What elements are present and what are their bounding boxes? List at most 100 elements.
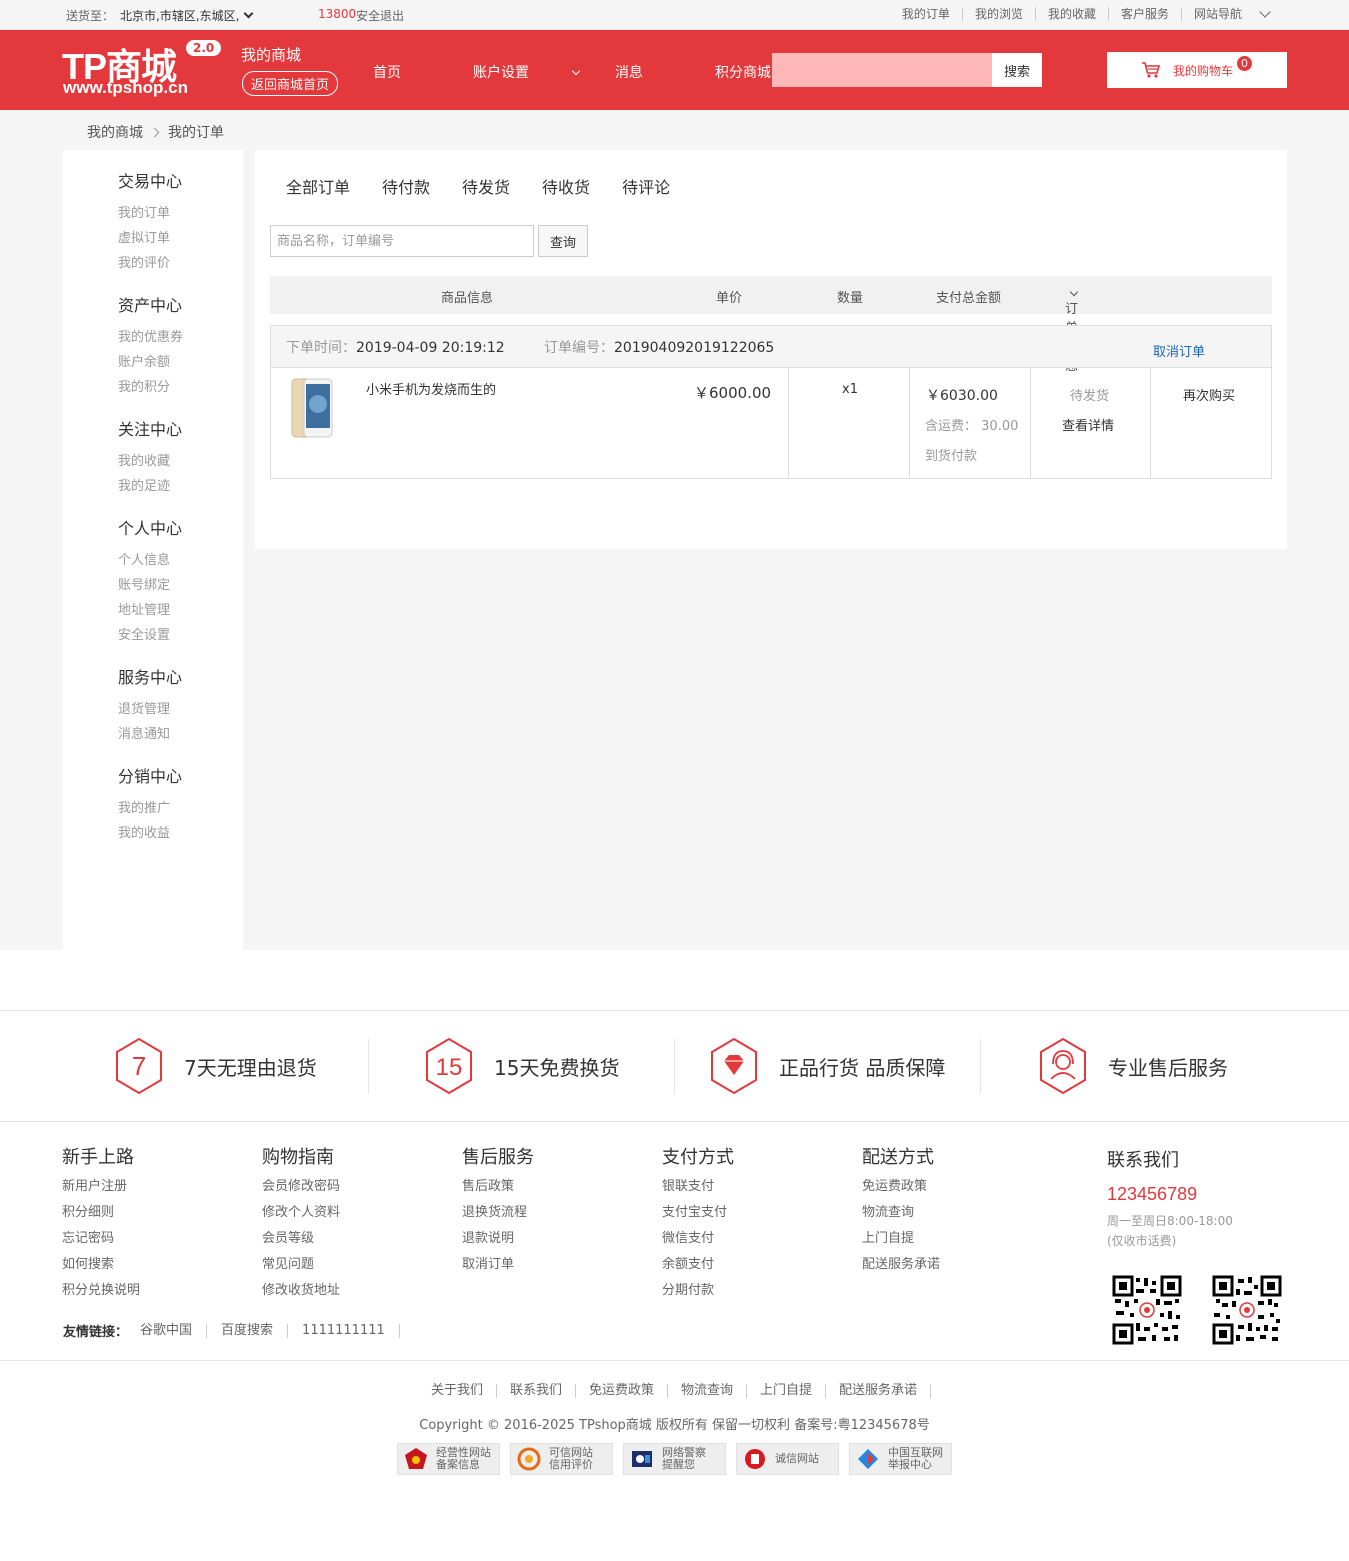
sidebar-item-returns[interactable]: 退货管理 (118, 697, 182, 722)
query-button[interactable]: 查询 (538, 225, 588, 257)
bottom-link[interactable]: 关于我们 (418, 1384, 497, 1398)
nav-messages[interactable]: 消息 (615, 62, 679, 82)
sidebar-group-title: 交易中心 (118, 172, 183, 191)
top-links: 我的订单 我的浏览 我的收藏 客户服务 网站导航 (890, 7, 1254, 21)
badge-trusted-site[interactable]: 可信网站 信用评价 (510, 1443, 613, 1475)
footer-link[interactable]: 修改收货地址 (262, 1278, 340, 1304)
search-button[interactable]: 搜索 (992, 53, 1042, 87)
sidebar-item-my-reviews[interactable]: 我的评价 (118, 251, 182, 276)
footer-link[interactable]: 修改个人资料 (262, 1200, 340, 1226)
footer-link[interactable]: 分期付款 (662, 1278, 734, 1304)
sidebar-item-balance[interactable]: 账户余额 (118, 350, 183, 375)
order-total: ￥6030.00 (926, 388, 998, 404)
deliver-label: 送货至： (66, 9, 115, 23)
top-link-site-nav[interactable]: 网站导航 (1180, 7, 1254, 21)
sidebar-item-profile[interactable]: 个人信息 (118, 548, 182, 573)
footer-link[interactable]: 会员修改密码 (262, 1174, 340, 1200)
top-link-my-favorites[interactable]: 我的收藏 (1034, 7, 1108, 21)
breadcrumb-my-mall[interactable]: 我的商城 (87, 122, 143, 142)
chevron-down-icon[interactable] (1259, 6, 1271, 18)
top-link-my-orders[interactable]: 我的订单 (890, 7, 962, 21)
footer-link[interactable]: 退款说明 (462, 1226, 534, 1252)
tab-pending-payment[interactable]: 待付款 (382, 174, 430, 198)
order-status: 待发货 (1070, 389, 1110, 404)
footer-link[interactable]: 新用户注册 (62, 1174, 140, 1200)
trusted-site-icon (517, 1447, 541, 1471)
sidebar-item-address[interactable]: 地址管理 (118, 598, 182, 623)
bottom-link[interactable]: 联系我们 (497, 1384, 576, 1398)
tab-pending-review[interactable]: 待评论 (622, 174, 670, 198)
tab-pending-shipment[interactable]: 待发货 (462, 174, 510, 198)
footer-link[interactable]: 支付宝支付 (662, 1200, 734, 1226)
order-tabs: 全部订单 待付款 待发货 待收货 待评论 (286, 174, 702, 198)
sidebar-item-notifications[interactable]: 消息通知 (118, 722, 182, 747)
buy-again-button[interactable]: 再次购买 (1183, 385, 1235, 404)
police-emblem-icon (405, 1448, 427, 1469)
friend-link[interactable]: 百度搜索 (207, 1323, 289, 1338)
back-home-button[interactable]: 返回商城首页 (242, 71, 339, 96)
nav-account-settings[interactable]: 账户设置 (473, 62, 581, 82)
order-card-body: 小米手机为发烧而生的 ￥6000.00 x1 ￥6030.00 含运费： 30.… (271, 368, 1271, 478)
bottom-link[interactable]: 物流查询 (668, 1384, 748, 1398)
footer-link[interactable]: 上门自提 (862, 1226, 940, 1252)
top-link-my-history[interactable]: 我的浏览 (961, 7, 1035, 21)
bottom-link[interactable]: 配送服务承诺 (826, 1384, 932, 1398)
footer-link[interactable]: 配送服务承诺 (862, 1252, 940, 1278)
badge-report-center[interactable]: 中国互联网 举报中心 (849, 1443, 952, 1475)
badge-business-record[interactable]: 经营性网站 备案信息 (397, 1443, 500, 1475)
payment-type: 到货付款 (925, 449, 978, 464)
footer-link[interactable]: 免运费政策 (862, 1174, 940, 1200)
footer-link[interactable]: 积分细则 (62, 1200, 140, 1226)
nav-home[interactable]: 首页 (373, 62, 437, 82)
footer-link[interactable]: 常见问题 (262, 1252, 340, 1278)
search-input[interactable] (772, 53, 992, 87)
footer-link[interactable]: 如何搜索 (62, 1252, 140, 1278)
sidebar-item-account-binding[interactable]: 账号绑定 (118, 573, 182, 598)
column-header-status-filter[interactable]: 订单状态 (1065, 287, 1079, 374)
delivery-address[interactable]: 北京市,市辖区,东城区, (120, 7, 239, 24)
view-details-link[interactable]: 查看详情 (1062, 415, 1114, 434)
chevron-down-icon[interactable] (244, 8, 254, 19)
footer-link[interactable]: 会员等级 (262, 1226, 340, 1252)
footer-link[interactable]: 取消订单 (462, 1252, 534, 1278)
footer-link[interactable]: 物流查询 (862, 1200, 940, 1226)
footer-link[interactable]: 忘记密码 (62, 1226, 140, 1252)
footer-link[interactable]: 售后政策 (462, 1174, 534, 1200)
sidebar-item-points[interactable]: 我的积分 (118, 375, 183, 400)
cart-button[interactable]: 我的购物车 0 (1107, 52, 1287, 88)
sidebar-item-coupons[interactable]: 我的优惠券 (118, 325, 183, 350)
logout-link[interactable]: 安全退出 (356, 7, 404, 24)
column-header-quantity: 数量 (837, 291, 864, 306)
sidebar-item-my-orders[interactable]: 我的订单 (118, 201, 182, 226)
footer-link[interactable]: 微信支付 (662, 1226, 734, 1252)
sidebar-item-security[interactable]: 安全设置 (118, 623, 182, 648)
top-link-customer-service[interactable]: 客户服务 (1107, 7, 1181, 21)
sidebar-item-favorites[interactable]: 我的收藏 (118, 449, 182, 474)
friend-link[interactable]: 1111111111 (288, 1323, 400, 1338)
divider (674, 1039, 675, 1094)
cancel-order-link[interactable]: 取消订单 (1153, 341, 1205, 360)
guarantee-7-day-return: 7 7天无理由退货 (114, 1037, 317, 1095)
order-search-input[interactable] (270, 225, 534, 257)
footer-link[interactable]: 余额支付 (662, 1252, 734, 1278)
sidebar-item-earnings[interactable]: 我的收益 (118, 821, 182, 846)
bottom-link[interactable]: 上门自提 (747, 1384, 827, 1398)
badge-cyber-police[interactable]: 网络警察 提醒您 (623, 1443, 726, 1475)
footer-col-delivery: 配送方式 免运费政策 物流查询 上门自提 配送服务承诺 (862, 1146, 940, 1278)
divider (368, 1039, 369, 1094)
tab-all-orders[interactable]: 全部订单 (286, 174, 350, 198)
product-name[interactable]: 小米手机为发烧而生的 (366, 379, 496, 398)
sidebar-item-virtual-orders[interactable]: 虚拟订单 (118, 226, 182, 251)
footer-link[interactable]: 银联支付 (662, 1174, 734, 1200)
friend-link[interactable]: 谷歌中国 (140, 1323, 208, 1338)
delivery-location[interactable]: 送货至： 北京市,市辖区,东城区, (66, 7, 254, 24)
product-image[interactable] (290, 378, 344, 438)
tab-pending-receipt[interactable]: 待收货 (542, 174, 590, 198)
user-phone[interactable]: 13800 (318, 7, 356, 21)
footer-link[interactable]: 积分兑换说明 (62, 1278, 140, 1304)
sidebar-item-footprints[interactable]: 我的足迹 (118, 474, 182, 499)
badge-integrity-site[interactable]: 诚信网站 (736, 1443, 839, 1475)
footer-link[interactable]: 退换货流程 (462, 1200, 534, 1226)
bottom-link[interactable]: 免运费政策 (576, 1384, 668, 1398)
sidebar-item-promotion[interactable]: 我的推广 (118, 796, 182, 821)
